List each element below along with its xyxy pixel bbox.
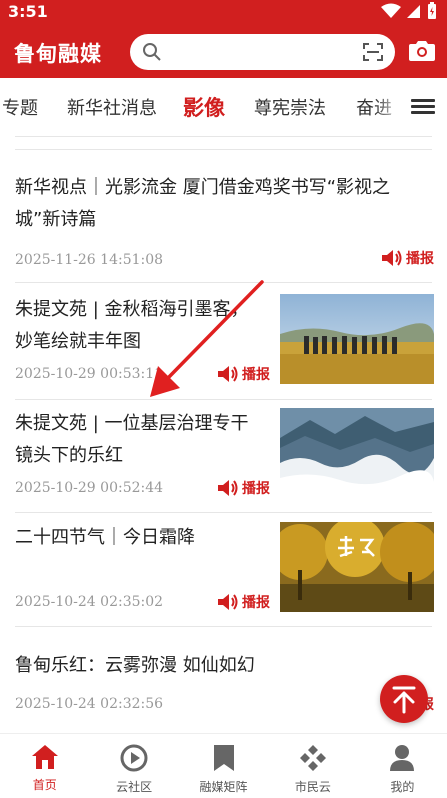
- play-label: 播报: [242, 367, 270, 383]
- article-title: 鲁甸乐红：云雾弥漫 如仙如幻: [15, 655, 255, 676]
- search-input[interactable]: [168, 40, 348, 64]
- channel-tabs: 专题 新华社消息 影像 尊宪崇法 奋进: [0, 78, 447, 136]
- article-datetime: 2025-11-26 14:51:08: [15, 252, 164, 268]
- article-datetime: 2025-10-29 00:52:44: [15, 480, 164, 496]
- search-icon: [143, 43, 161, 61]
- nav-citizen-cloud[interactable]: 市民云: [268, 734, 357, 798]
- mountain-clouds-photo: [280, 408, 434, 498]
- play-label: 播报: [242, 481, 270, 497]
- article-datetime: 2025-10-24 02:32:56: [15, 696, 164, 712]
- back-to-top-button[interactable]: [380, 675, 428, 723]
- signal-icon: [407, 5, 420, 18]
- article-title: 新华视点｜光影流金 厦门借金鸡奖书写“影视之城”新诗篇: [15, 177, 391, 230]
- top-bar: 3:51 鲁甸融媒: [0, 0, 447, 78]
- app-title: 鲁甸融媒: [14, 42, 102, 66]
- status-icons: [381, 2, 437, 20]
- nav-citizen-cloud-label: 市民云: [294, 780, 331, 794]
- status-time: 3:51: [8, 2, 48, 21]
- play-circle-icon: [120, 744, 148, 772]
- channel-menu-button[interactable]: [405, 96, 441, 120]
- nav-cloud-community-label: 云社区: [116, 780, 153, 794]
- play-button[interactable]: 播报: [217, 364, 270, 384]
- tab-xinhua-news[interactable]: 新华社消息: [67, 94, 157, 120]
- article-title: 朱提文苑 | 金秋稻海引墨客，妙笔绘就丰年图: [15, 299, 249, 352]
- play-button[interactable]: 播报: [217, 592, 270, 612]
- diamond-grid-icon: [299, 745, 326, 771]
- play-button[interactable]: 播报: [381, 248, 434, 268]
- rice-field-photo: [280, 294, 434, 384]
- wifi-icon: [381, 3, 401, 18]
- bottom-nav: 首页 云社区 融媒矩阵 市民云 我的: [0, 733, 447, 798]
- nav-mine[interactable]: 我的: [358, 734, 447, 798]
- person-icon: [390, 745, 415, 771]
- speaker-icon: [218, 480, 238, 496]
- nav-home[interactable]: 首页: [0, 734, 89, 798]
- scan-icon[interactable]: [363, 43, 383, 61]
- nav-media-matrix-label: 融媒矩阵: [199, 780, 248, 794]
- list-item[interactable]: 二十四节气｜今日霜降 2025-10-24 02:35:02 播报: [15, 522, 434, 626]
- article-title: 朱提文苑 | 一位基层治理专干镜头下的乐红: [15, 413, 249, 466]
- battery-icon: [428, 2, 436, 19]
- play-label: 播报: [242, 595, 270, 611]
- article-title: 二十四节气｜今日霜降: [15, 527, 195, 548]
- camera-icon[interactable]: [408, 38, 436, 62]
- article-thumbnail: [280, 408, 434, 498]
- home-icon: [31, 745, 58, 769]
- speaker-icon: [382, 250, 402, 266]
- nav-media-matrix[interactable]: 融媒矩阵: [179, 734, 268, 798]
- speaker-icon: [218, 366, 238, 382]
- golden-trees-photo: [280, 522, 434, 612]
- play-button[interactable]: 播报: [217, 478, 270, 498]
- list-item[interactable]: 朱提文苑 | 金秋稻海引墨客，妙笔绘就丰年图 2025-10-29 00:53:…: [15, 294, 434, 398]
- arrow-up-icon: [392, 686, 416, 714]
- list-item[interactable]: 新华视点｜光影流金 厦门借金鸡奖书写“影视之城”新诗篇 2025-11-26 1…: [15, 172, 434, 282]
- article-datetime: 2025-10-24 02:35:02: [15, 594, 164, 610]
- article-thumbnail: [280, 522, 434, 612]
- article-thumbnail: [280, 294, 434, 384]
- nav-home-label: 首页: [32, 778, 57, 792]
- search-bar[interactable]: [130, 34, 395, 70]
- list-item[interactable]: 朱提文苑 | 一位基层治理专干镜头下的乐红 2025-10-29 00:52:4…: [15, 408, 434, 512]
- play-label: 播报: [406, 251, 434, 267]
- bookmark-icon: [213, 745, 234, 771]
- tab-constitution[interactable]: 尊宪崇法: [254, 94, 326, 120]
- article-datetime: 2025-10-29 00:53:11: [15, 366, 164, 382]
- nav-mine-label: 我的: [390, 780, 415, 794]
- tab-images[interactable]: 影像: [183, 92, 225, 122]
- nav-cloud-community[interactable]: 云社区: [89, 734, 178, 798]
- menu-icon: [411, 99, 435, 102]
- list-item[interactable]: 鲁甸乐红：云雾弥漫 如仙如幻 2025-10-24 02:32:56 播报: [15, 650, 434, 730]
- tab-topics[interactable]: 专题: [2, 94, 38, 120]
- speaker-icon: [218, 594, 238, 610]
